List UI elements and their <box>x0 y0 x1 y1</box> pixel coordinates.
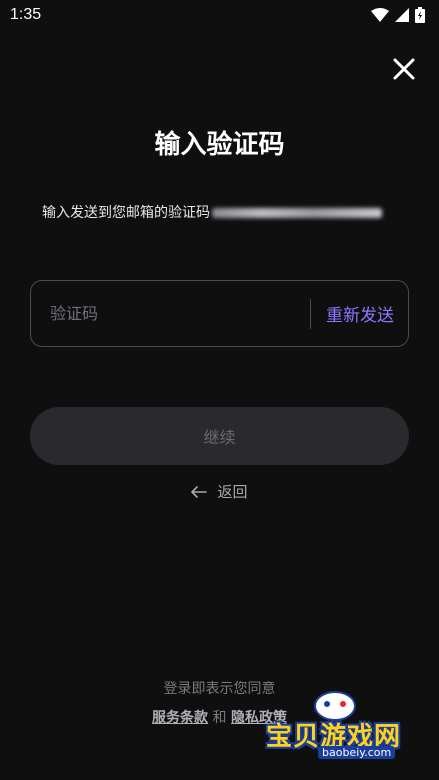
wifi-icon <box>371 8 389 22</box>
blurred-email <box>212 208 382 218</box>
back-button[interactable]: 返回 <box>0 481 439 502</box>
verification-code-field: 重新发送 <box>30 280 409 347</box>
status-icons <box>371 7 425 23</box>
close-icon[interactable] <box>391 56 417 82</box>
status-time: 1:35 <box>10 6 42 23</box>
watermark-url: baobeiy.com <box>318 746 396 759</box>
verification-code-input[interactable] <box>31 280 310 347</box>
terms-link[interactable]: 服务条款 <box>152 710 208 726</box>
back-label: 返回 <box>217 483 248 501</box>
continue-button[interactable]: 继续 <box>30 407 409 465</box>
resend-button[interactable]: 重新发送 <box>311 301 408 326</box>
description: 输入发送到您邮箱的验证码 <box>42 202 409 222</box>
battery-icon <box>415 7 425 23</box>
page-title: 输入验证码 <box>154 130 285 160</box>
arrow-left-icon <box>191 485 208 498</box>
and-text: 和 <box>212 710 227 726</box>
status-bar: 1:35 <box>0 0 439 30</box>
description-text: 输入发送到您邮箱的验证码 <box>42 205 210 221</box>
signal-icon <box>395 8 409 22</box>
watermark-logo: 宝贝游戏网 baobeiy.com <box>262 686 412 774</box>
